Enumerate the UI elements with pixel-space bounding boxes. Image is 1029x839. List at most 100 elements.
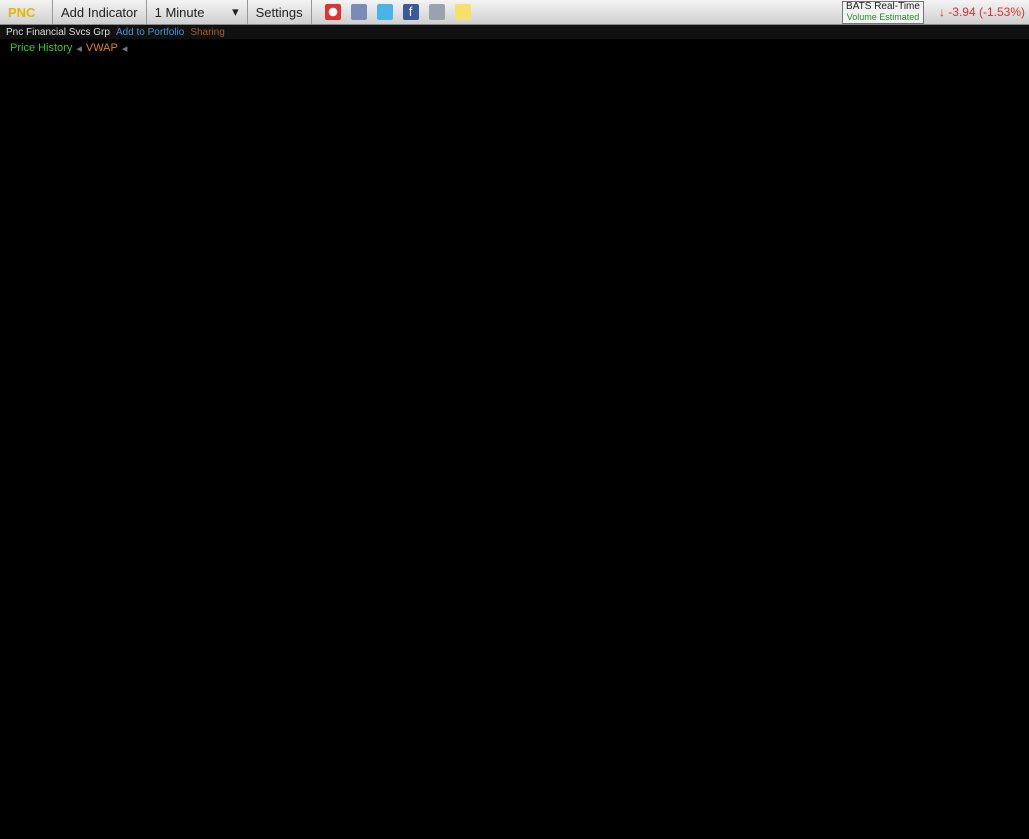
last-price-box xyxy=(985,454,1027,473)
candle-body xyxy=(283,606,289,668)
candle-body xyxy=(728,720,734,762)
candle-body xyxy=(312,639,318,648)
candle-body xyxy=(925,565,932,599)
y-tick-label: 56.75 xyxy=(988,497,1018,511)
company-name: Pnc Financial Svcs Grp xyxy=(6,26,110,38)
candle-body xyxy=(531,402,537,419)
annotation-arrow-icon xyxy=(752,699,768,715)
legend-price-history[interactable]: Price History xyxy=(10,42,72,54)
candle-body xyxy=(91,84,97,91)
x-tick-label: 9:45 a xyxy=(225,811,259,825)
y-tick-label: 56.45 xyxy=(988,620,1018,634)
symbol-field[interactable]: PNC xyxy=(0,0,53,24)
candle-body xyxy=(837,639,844,648)
x-tick-label: 10:45 a xyxy=(660,811,700,825)
annotation-text: reverses move off 57.00 xyxy=(608,283,758,299)
alarm-clock-icon[interactable] xyxy=(324,4,341,20)
legend-separator-icon: ◂ xyxy=(76,42,82,55)
price-chart[interactable]: 57.80 57.75 57.70 57.65 57.60 57.55 57.50 57.45… xyxy=(0,0,1029,839)
x-tick-label: 11:15 a xyxy=(880,811,919,825)
candle-body xyxy=(750,606,756,640)
candle-body xyxy=(633,443,640,460)
candle-body xyxy=(553,328,559,411)
candle-body xyxy=(772,545,778,607)
tools-icon[interactable] xyxy=(428,4,445,20)
y-tick-label: 56.25 xyxy=(988,701,1018,715)
candle-body xyxy=(348,667,355,688)
y-tick-label: 57.05 xyxy=(988,375,1018,389)
legend-vwap[interactable]: VWAP xyxy=(86,42,118,54)
candle-body xyxy=(195,553,202,586)
candle-body xyxy=(451,532,457,558)
y-tick-label: 56.90 xyxy=(988,436,1018,450)
y-tick-label: 56.35 xyxy=(988,661,1018,675)
add-indicator-button[interactable]: Add Indicator xyxy=(53,0,147,24)
candle-body xyxy=(275,606,282,688)
candle-body xyxy=(297,688,304,709)
add-to-portfolio-link[interactable]: Add to Portfolio xyxy=(116,27,184,38)
arrow-down-icon: ↓ xyxy=(938,5,945,19)
candle-body xyxy=(62,84,68,87)
candle-body xyxy=(261,626,267,688)
candle-body xyxy=(859,614,866,631)
candle-body xyxy=(443,557,450,566)
candle-body xyxy=(910,557,917,574)
candle-body xyxy=(524,402,530,423)
annotation-arrow-icon xyxy=(628,376,644,392)
candle-body xyxy=(122,259,129,301)
y-tick-label: 57.20 xyxy=(988,314,1018,328)
note-icon[interactable] xyxy=(454,4,471,20)
x-tick-label: 11:00 a xyxy=(770,811,809,825)
candle-body xyxy=(487,443,494,484)
facebook-icon[interactable]: f xyxy=(402,4,419,20)
interval-select[interactable]: 1 Minute ▾ xyxy=(147,0,248,24)
candle-body xyxy=(72,80,78,85)
candle-body xyxy=(589,341,596,370)
candle-body xyxy=(341,688,348,721)
candle-body xyxy=(385,573,391,586)
y-tick-label: 57.00 xyxy=(988,395,1018,409)
candle-body xyxy=(494,410,501,444)
candle-body xyxy=(319,647,326,680)
document-icon[interactable] xyxy=(350,4,367,20)
candle-body xyxy=(618,410,625,436)
toolbar-icons: f xyxy=(312,0,484,24)
y-tick-label: 57.35 xyxy=(988,253,1018,267)
candle-body xyxy=(845,606,851,640)
candle-body xyxy=(648,463,654,484)
candle-body xyxy=(816,573,822,586)
chart-background xyxy=(0,40,1029,839)
twitter-icon[interactable] xyxy=(376,4,393,20)
candle-body xyxy=(429,516,435,558)
y-tick-label: 56.55 xyxy=(988,579,1018,593)
candle-body xyxy=(232,720,238,770)
y-tick-label: 56.10 xyxy=(988,763,1018,777)
candle-body xyxy=(852,606,859,615)
candle-body xyxy=(903,573,910,599)
feed-status: BATS Real-Time Volume Estimated xyxy=(842,1,924,24)
y-tick-label: 57.45 xyxy=(988,212,1018,226)
annotation-text: clear pattern xyxy=(805,714,883,730)
candle-body xyxy=(932,598,939,607)
x-tick-label: 10:30 a xyxy=(551,811,591,825)
annotation-text: 57.10 quickly holds the offer xyxy=(608,303,782,319)
feed-label: BATS Real-Time xyxy=(846,1,920,12)
candle-body xyxy=(202,586,209,619)
annotation-arrow-icon xyxy=(694,727,710,743)
annotation-text: bad sign here for longs, immediately xyxy=(608,263,833,279)
sharing-link[interactable]: Sharing xyxy=(190,27,224,38)
x-tick-label: 10:00 a xyxy=(332,811,372,825)
candle-body xyxy=(670,516,676,546)
candle-body xyxy=(655,484,661,517)
candle-body xyxy=(137,178,143,280)
candle-body xyxy=(472,435,479,464)
settings-button[interactable]: Settings xyxy=(248,0,312,24)
y-tick-label: 57.10 xyxy=(988,355,1018,369)
candle-body xyxy=(436,557,442,566)
symbol-subbar: Pnc Financial Svcs Grp Add to Portfolio … xyxy=(0,25,1029,39)
candle-body xyxy=(874,647,880,680)
y-tick-label: 56.30 xyxy=(988,681,1018,695)
x-tick-label: 10:15 a xyxy=(441,811,481,825)
date-label: 2011 xyxy=(18,825,42,837)
candle-body xyxy=(159,341,165,411)
